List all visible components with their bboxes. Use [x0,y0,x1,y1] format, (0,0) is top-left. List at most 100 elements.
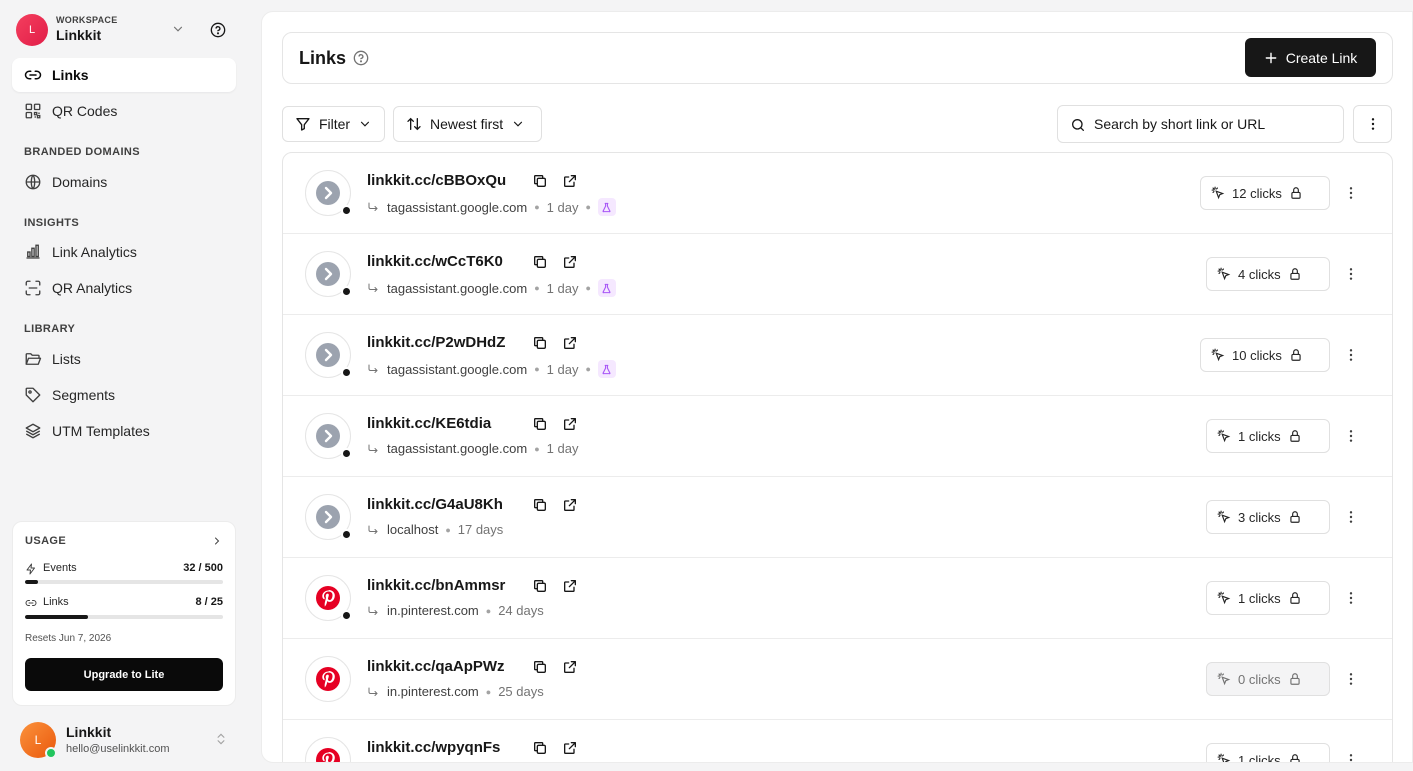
destination-row: in.pinterest.com ● 25 days ● [367,684,544,699]
link-row[interactable]: linkkit.cc/KE6tdia tagassistant.google.c… [283,396,1392,477]
main-panel: Links Create Link Filter Newest first li… [261,11,1413,763]
copy-button[interactable] [528,655,552,679]
clicks-count: 1 clicks [1238,590,1281,606]
row-more-button[interactable] [1341,264,1361,284]
status-dot [341,610,352,621]
nav-item-link-analytics[interactable]: Link Analytics [12,235,236,269]
clicks-count: 1 clicks [1238,752,1281,763]
search-box [1057,105,1344,143]
link-row[interactable]: linkkit.cc/qaApPWz in.pinterest.com ● 25… [283,639,1392,720]
short-link[interactable]: linkkit.cc/P2wDHdZ [367,334,505,351]
user-menu[interactable]: L Linkkit hello@uselinkkit.com [20,722,236,759]
nav-item-links[interactable]: Links [12,58,236,92]
destination-url[interactable]: tagassistant.google.com [387,441,527,456]
row-more-button[interactable] [1341,507,1361,527]
short-link[interactable]: linkkit.cc/bnAmmsr [367,577,505,594]
nav-item-domains[interactable]: Domains [12,165,236,199]
link-row[interactable]: linkkit.cc/wpyqnFs ● ● 1 clicks [283,720,1392,763]
clicks-button[interactable]: 3 clicks [1206,500,1330,534]
destination-url[interactable]: tagassistant.google.com [387,281,527,296]
clicks-button[interactable]: 1 clicks [1206,743,1330,763]
link-row[interactable]: linkkit.cc/bnAmmsr in.pinterest.com ● 24… [283,558,1392,639]
clicks-button[interactable]: 4 clicks [1206,257,1330,291]
destination-url[interactable]: tagassistant.google.com [387,362,527,377]
link-row[interactable]: linkkit.cc/P2wDHdZ tagassistant.google.c… [283,315,1392,396]
link-row[interactable]: linkkit.cc/G4aU8Kh localhost ● 17 days ●… [283,477,1392,558]
link-row[interactable]: linkkit.cc/cBBOxQu tagassistant.google.c… [283,153,1392,234]
create-link-button[interactable]: Create Link [1245,38,1376,77]
clicks-button[interactable]: 12 clicks [1200,176,1330,210]
link-row[interactable]: linkkit.cc/wCcT6K0 tagassistant.google.c… [283,234,1392,315]
copy-button[interactable] [528,250,552,274]
clicks-button[interactable]: 1 clicks [1206,581,1330,615]
lock-icon [1289,268,1300,280]
row-more-button[interactable] [1341,183,1361,203]
open-link-button[interactable] [558,574,582,598]
short-link[interactable]: linkkit.cc/G4aU8Kh [367,496,503,513]
upgrade-button[interactable]: Upgrade to Lite [25,658,223,691]
nav-item-label: QR Codes [52,103,118,119]
lock-icon [1289,511,1300,523]
copy-button[interactable] [528,169,552,193]
nav-item-segments[interactable]: Segments [12,378,236,412]
nav-item-qr-analytics[interactable]: QR Analytics [12,271,236,305]
destination-url[interactable]: in.pinterest.com [387,684,479,699]
copy-button[interactable] [528,412,552,436]
copy-icon [534,175,546,187]
open-link-button[interactable] [558,412,582,436]
short-link[interactable]: linkkit.cc/wpyqnFs [367,739,500,756]
search-input[interactable] [1094,106,1334,142]
help-icon[interactable] [353,50,369,66]
more-options-button[interactable] [1353,105,1392,143]
more-vertical-icon [1349,592,1353,604]
row-actions [528,412,582,436]
flask-icon[interactable] [597,360,616,378]
nav-item-lists[interactable]: Lists [12,342,236,376]
clicks-button[interactable]: 1 clicks [1206,419,1330,453]
chevron-right-icon[interactable] [211,535,223,547]
external-link-icon [564,256,576,268]
row-more-button[interactable] [1341,588,1361,608]
nav-item-qr-codes[interactable]: QR Codes [12,94,236,128]
open-link-button[interactable] [558,655,582,679]
row-more-button[interactable] [1341,426,1361,446]
flask-icon[interactable] [597,198,616,216]
copy-button[interactable] [528,574,552,598]
destination-url[interactable]: localhost [387,522,438,537]
open-link-button[interactable] [558,169,582,193]
nav-item-utm-templates[interactable]: UTM Templates [12,414,236,448]
clicks-button[interactable]: 0 clicks [1206,662,1330,696]
copy-button[interactable] [528,493,552,517]
open-link-button[interactable] [558,331,582,355]
help-icon[interactable] [210,22,226,38]
short-link[interactable]: linkkit.cc/cBBOxQu [367,172,506,189]
short-link[interactable]: linkkit.cc/wCcT6K0 [367,253,503,270]
copy-button[interactable] [528,331,552,355]
more-vertical-icon [1349,349,1353,361]
filter-button[interactable]: Filter [282,106,385,142]
short-link[interactable]: linkkit.cc/KE6tdia [367,415,491,432]
flask-icon[interactable] [597,279,616,297]
row-more-button[interactable] [1341,345,1361,365]
destination-url[interactable]: tagassistant.google.com [387,200,527,215]
copy-button[interactable] [528,736,552,760]
short-link[interactable]: linkkit.cc/qaApPWz [367,658,505,675]
destination-row: tagassistant.google.com ● 1 day ● [367,360,616,378]
destination-url[interactable]: in.pinterest.com [387,603,479,618]
open-link-button[interactable] [558,250,582,274]
open-link-button[interactable] [558,736,582,760]
row-actions [528,655,582,679]
separator-dot: ● [534,443,540,454]
link-icon [24,66,42,84]
row-more-button[interactable] [1341,669,1361,689]
sort-button[interactable]: Newest first [393,106,542,142]
separator-dot: ● [534,283,540,293]
clicks-button[interactable]: 10 clicks [1200,338,1330,372]
sort-label: Newest first [430,116,504,132]
cursor-click-icon [1217,672,1231,686]
corner-down-right-icon [368,283,378,292]
row-actions [528,331,582,355]
separator-dot: ● [534,202,540,212]
row-more-button[interactable] [1341,750,1361,762]
open-link-button[interactable] [558,493,582,517]
